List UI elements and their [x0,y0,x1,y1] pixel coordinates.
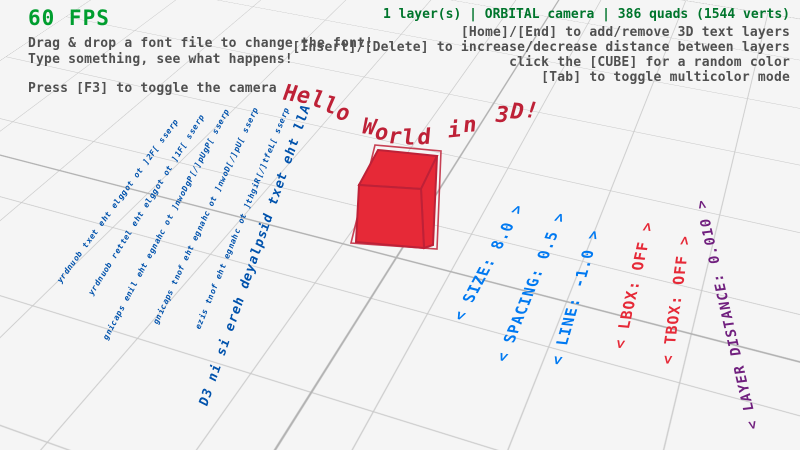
hint-type-something: Type something, see what happens! [28,52,293,67]
hint-add-remove-layers: [Home]/[End] to add/remove 3D text layer… [461,25,790,40]
fps-counter: 60 FPS [28,6,110,30]
hint-cube-random-color: click the [CUBE] for a random color [509,55,790,70]
grid-axis-line [0,0,571,450]
status-bar: 1 layer(s) | ORBITAL camera | 386 quads … [383,7,790,22]
hint-layer-distance: [Insert]/[Delete] to increase/decrease d… [292,40,790,55]
hint-multicolor-mode: [Tab] to toggle multicolor mode [541,70,790,85]
raylib-text3d-window: All the text displayed here is in 3D pre… [0,0,800,450]
cube-click-target[interactable] [352,148,442,250]
hint-toggle-camera: Press [F3] to toggle the camera [28,81,277,96]
